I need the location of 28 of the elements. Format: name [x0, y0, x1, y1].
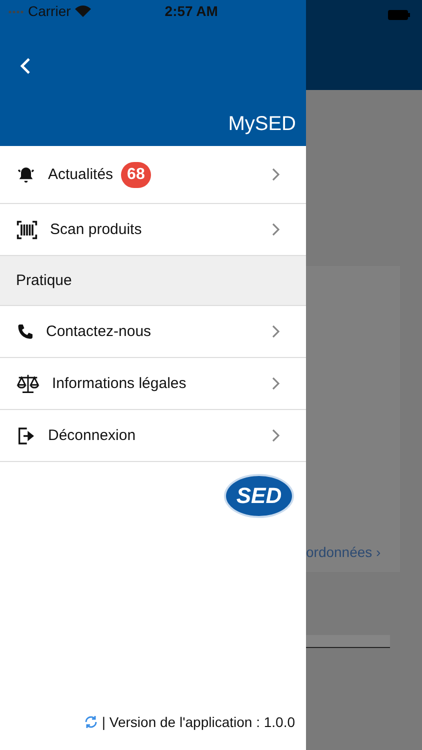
phone-icon	[16, 322, 34, 340]
wifi-icon	[74, 5, 91, 17]
status-time: 2:57 AM	[164, 3, 218, 19]
signal-icon	[8, 8, 24, 14]
chevron-icon	[272, 325, 280, 338]
menu-label: Informations légales	[52, 375, 186, 392]
menu-label: Scan produits	[50, 221, 142, 238]
chevron-icon	[272, 168, 280, 181]
app-title: MySED	[228, 113, 296, 136]
chevron-icon	[272, 429, 280, 442]
menu-item[interactable]: Informations légales	[0, 358, 306, 410]
chevron-icon	[272, 377, 280, 390]
menu-label: Déconnexion	[48, 427, 136, 444]
chevron-icon	[272, 223, 280, 236]
count-badge: 68	[121, 162, 151, 188]
version-text: | Version de l'application : 1.0.0	[102, 714, 295, 730]
bell-icon	[16, 164, 36, 184]
company-logo: SED	[224, 474, 294, 518]
carrier-label: Carrier	[28, 3, 71, 19]
logout-icon	[16, 426, 36, 446]
barcode-icon	[16, 218, 38, 240]
scales-icon	[16, 372, 40, 394]
section-header: Pratique	[0, 256, 306, 306]
menu-item[interactable]: Actualités 68	[0, 146, 306, 204]
battery-icon	[388, 10, 410, 20]
menu-label: Contactez-nous	[46, 323, 152, 340]
sync-icon[interactable]	[84, 715, 98, 729]
menu-label: Actualités	[48, 166, 114, 183]
